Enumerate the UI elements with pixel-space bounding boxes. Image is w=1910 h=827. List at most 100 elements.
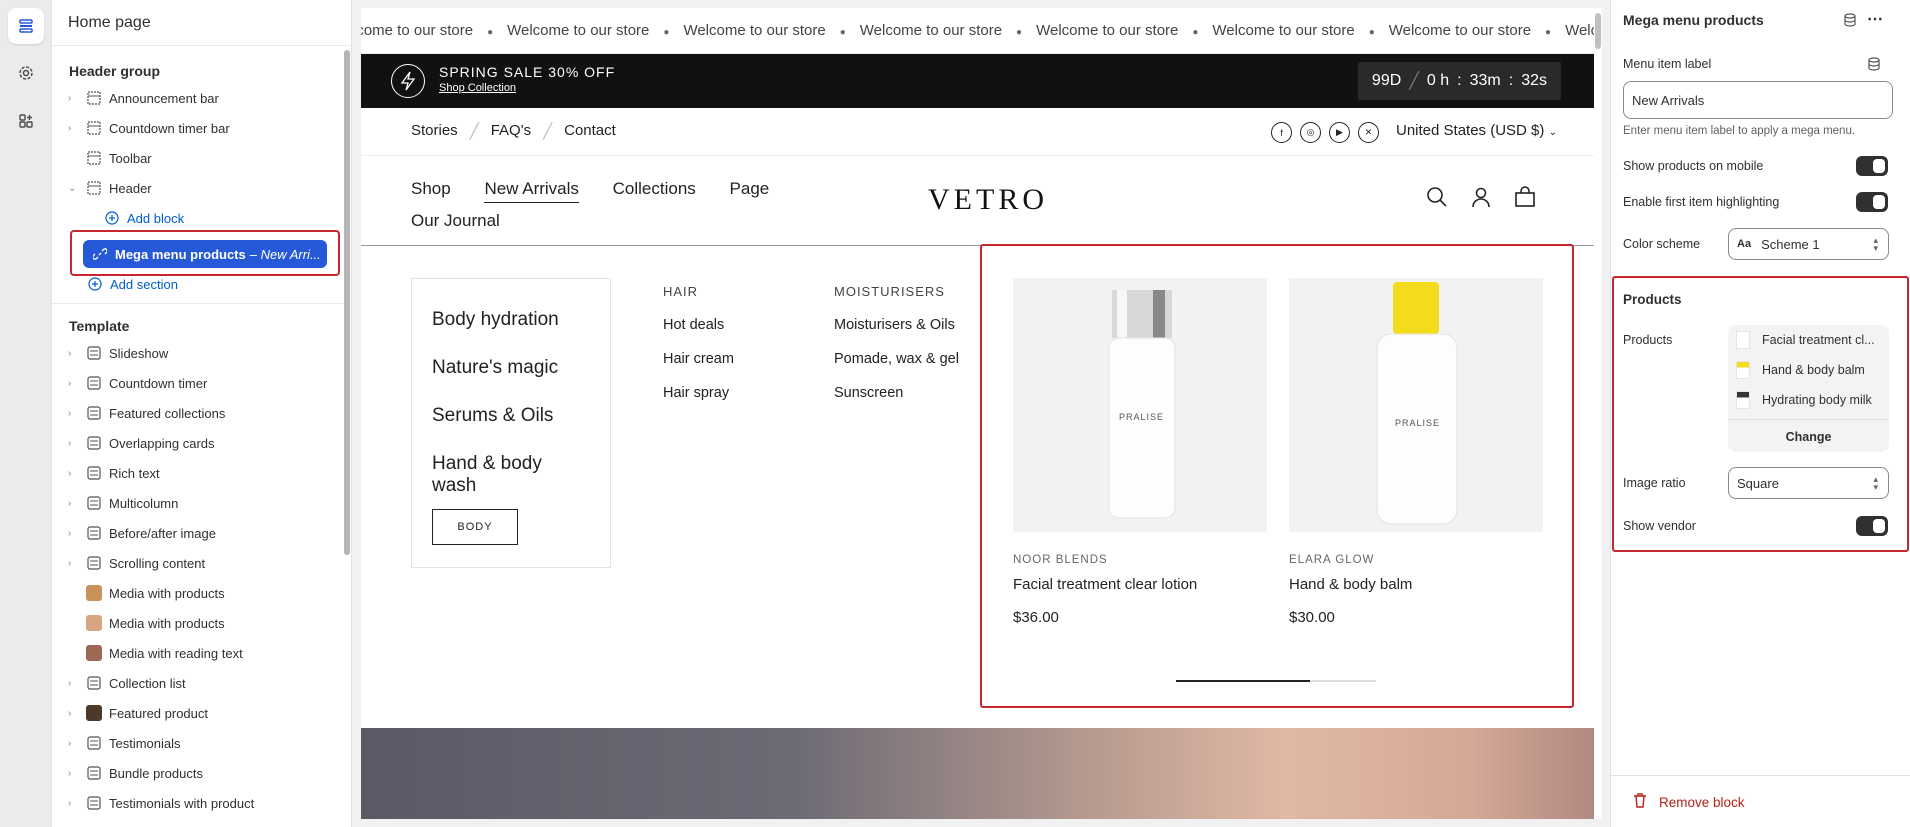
color-scheme-select[interactable]: Aa Scheme 1 ▴ ▾	[1728, 228, 1889, 260]
menu-link[interactable]: Moisturisers & Oils	[834, 317, 959, 351]
category-link[interactable]: Body hydration	[432, 309, 590, 357]
chevron-down-icon[interactable]: ⌄	[68, 183, 82, 194]
toolbar-link-contact[interactable]: Contact	[564, 122, 616, 140]
enable-highlight-toggle[interactable]	[1856, 192, 1888, 212]
menu-link[interactable]: Hair cream	[663, 351, 734, 385]
tree-item-template-section[interactable]: › Featured collections	[52, 398, 351, 428]
store-logo[interactable]: VETRO	[928, 183, 1048, 217]
toolbar-link-faqs[interactable]: FAQ's	[491, 122, 531, 140]
chevron-right-icon[interactable]: ›	[68, 708, 82, 719]
tree-item-template-section[interactable]: › Collection list	[52, 668, 351, 698]
chevron-right-icon[interactable]: ›	[68, 408, 82, 419]
add-block-link[interactable]: Add block	[52, 203, 351, 233]
toolbar-link-stories[interactable]: Stories	[411, 122, 458, 140]
chevron-right-icon[interactable]: ›	[68, 798, 82, 809]
scrollbar-thumb[interactable]	[1595, 13, 1601, 49]
menu-link[interactable]: Hair spray	[663, 385, 734, 419]
chevron-right-icon[interactable]: ›	[68, 348, 82, 359]
tree-item-template-section[interactable]: › Testimonials	[52, 728, 351, 758]
section-icon	[86, 90, 102, 106]
nav-collections[interactable]: Collections	[613, 179, 696, 198]
preview-scrollbar[interactable]	[1594, 8, 1602, 819]
chevron-right-icon[interactable]: ›	[68, 123, 82, 134]
section-icon	[86, 345, 102, 361]
chevron-right-icon[interactable]: ›	[68, 768, 82, 779]
nav-page[interactable]: Page	[730, 179, 770, 198]
currency-selector[interactable]: United States (USD $) ⌄	[1396, 122, 1557, 139]
chevron-right-icon[interactable]: ›	[68, 468, 82, 479]
tree-item-label: Media with reading text	[109, 645, 243, 661]
menu-link[interactable]: Hot deals	[663, 317, 734, 351]
app-rail	[0, 0, 52, 827]
nav-shop[interactable]: Shop	[411, 179, 451, 198]
tree-item-mega-menu-products[interactable]: Mega menu products – New Arri...	[83, 240, 327, 268]
tree-item-template-section[interactable]: Media with products	[52, 608, 351, 638]
body-button[interactable]: BODY	[432, 509, 518, 545]
shop-collection-link[interactable]: Shop Collection	[439, 82, 615, 94]
announcement-message: lcome to our store	[361, 22, 474, 39]
show-products-mobile-toggle[interactable]	[1856, 156, 1888, 176]
tree-item-template-section[interactable]: › Scrolling content	[52, 548, 351, 578]
menu-link[interactable]: Pomade, wax & gel	[834, 351, 959, 385]
chevron-right-icon[interactable]: ›	[68, 558, 82, 569]
youtube-icon[interactable]: ▶	[1329, 122, 1350, 143]
instagram-icon[interactable]: ◎	[1300, 122, 1321, 143]
tree-item-template-section[interactable]: › Before/after image	[52, 518, 351, 548]
sections-panel: Home page Header group › Announcement bar…	[52, 0, 352, 827]
tree-item-label: Multicolumn	[109, 495, 179, 511]
divider: ╱	[469, 123, 479, 140]
category-link[interactable]: Nature's magic	[432, 357, 590, 405]
left-scrollbar[interactable]	[344, 50, 350, 555]
announcement-message: Welcome to our store	[1036, 22, 1179, 39]
chevron-right-icon[interactable]: ›	[68, 678, 82, 689]
x-icon[interactable]: ✕	[1358, 122, 1379, 143]
timer-hours: 0 h	[1426, 72, 1450, 89]
chevron-right-icon[interactable]: ›	[68, 378, 82, 389]
tree-item-template-section[interactable]: › Slideshow	[52, 338, 351, 368]
tree-item-countdown-timer-bar[interactable]: › Countdown timer bar	[52, 113, 351, 143]
database-icon[interactable]	[1867, 57, 1881, 76]
tree-item-template-section[interactable]: Media with reading text	[52, 638, 351, 668]
tree-item-header[interactable]: ⌄ Header	[52, 173, 351, 203]
sections-icon[interactable]	[8, 8, 44, 44]
menu-item-input[interactable]: New Arrivals	[1623, 81, 1893, 119]
chevron-right-icon[interactable]: ›	[68, 498, 82, 509]
tree-item-template-section[interactable]: › Testimonials with product	[52, 788, 351, 818]
tree-item-template-section[interactable]: › Bundle products	[52, 758, 351, 788]
divider	[1611, 775, 1910, 776]
separator-dot: ●	[1016, 27, 1023, 38]
more-options-icon[interactable]: ⋯	[1867, 9, 1883, 29]
tree-item-announcement-bar[interactable]: › Announcement bar	[52, 83, 351, 113]
tree-item-template-section[interactable]: › Rich text	[52, 458, 351, 488]
settings-icon[interactable]	[8, 55, 44, 91]
chevron-right-icon[interactable]: ›	[68, 438, 82, 449]
nav-our-journal[interactable]: Our Journal	[411, 211, 500, 230]
tree-item-template-section[interactable]: › Overlapping cards	[52, 428, 351, 458]
tree-item-template-section[interactable]: Media with products	[52, 578, 351, 608]
category-link[interactable]: Serums & Oils	[432, 405, 590, 453]
tree-item-template-section[interactable]: › Featured product	[52, 698, 351, 728]
chevron-right-icon[interactable]: ›	[68, 528, 82, 539]
add-block-label: Add block	[127, 210, 185, 226]
chevron-right-icon[interactable]: ›	[68, 93, 82, 104]
account-icon[interactable]	[1470, 186, 1492, 213]
color-scheme-icon: Aa	[1737, 238, 1752, 250]
facebook-icon[interactable]: f	[1271, 122, 1292, 143]
tree-item-template-section[interactable]: › Countdown timer	[52, 368, 351, 398]
separator-dot: ●	[663, 27, 670, 38]
remove-block-button[interactable]: Remove block	[1633, 793, 1745, 811]
selected-block-outline: Mega menu products – New Arri...	[70, 230, 340, 276]
chevron-right-icon[interactable]: ›	[68, 738, 82, 749]
tree-item-toolbar[interactable]: Toolbar	[52, 143, 351, 173]
nav-new-arrivals[interactable]: New Arrivals	[484, 179, 579, 203]
database-icon[interactable]	[1843, 13, 1857, 32]
menu-link[interactable]: Sunscreen	[834, 385, 959, 419]
cart-icon[interactable]	[1514, 186, 1536, 213]
category-link[interactable]: Hand & body wash	[432, 453, 590, 501]
search-icon[interactable]	[1426, 186, 1448, 213]
apps-icon[interactable]	[8, 103, 44, 139]
products-settings-outline	[1612, 276, 1909, 552]
tree-item-template-section[interactable]: › Multicolumn	[52, 488, 351, 518]
section-icon	[86, 180, 102, 196]
tree-item-label: Featured collections	[109, 405, 226, 421]
